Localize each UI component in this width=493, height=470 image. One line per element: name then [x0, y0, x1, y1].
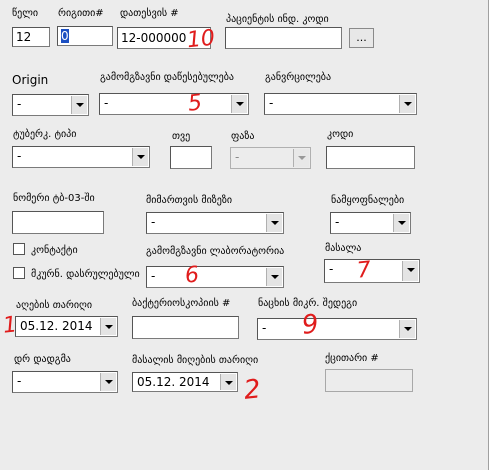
annotation-6: 6: [183, 262, 201, 289]
bacterio-no-input[interactable]: [132, 316, 239, 339]
referral-reason-label: მიმართვის მიზეზი: [146, 195, 233, 206]
phase-label: ფაზა: [231, 131, 255, 142]
chevron-down-icon[interactable]: [71, 96, 87, 114]
patient-code-input[interactable]: [225, 27, 342, 49]
chevron-down-icon[interactable]: [266, 214, 282, 232]
taken-date-label: აღების თარიღი: [16, 300, 93, 311]
culture-no-label: ქცითარი #: [325, 353, 379, 364]
doctor-dropdown[interactable]: -: [12, 371, 118, 393]
origin-value: -: [17, 97, 22, 111]
tb-type-label: ტუბერკ. ტიპი: [13, 129, 77, 140]
diagnosis-label: განვრცილება: [265, 72, 332, 83]
detected-institution-value: -: [104, 96, 109, 110]
tb-type-value: -: [17, 149, 22, 163]
annotation-9: 9: [300, 309, 321, 341]
detected-institution-label: გამომგზავნი დაწესებულება: [100, 72, 234, 83]
annotation-10: 10: [185, 25, 217, 54]
chevron-down-icon[interactable]: [100, 373, 116, 391]
chevron-down-icon[interactable]: [399, 95, 415, 113]
code-input[interactable]: [326, 146, 415, 169]
origin-dropdown[interactable]: -: [12, 94, 89, 116]
monitoring-label: მკურნ. დასრულებული: [31, 269, 140, 280]
doctor-label: დრ დადგმა: [14, 354, 71, 365]
annotation-5: 5: [186, 90, 204, 117]
diagnosis-value: -: [269, 96, 274, 110]
smear-result-label: ნაცხის მიკრ. შედეგი: [258, 298, 358, 309]
sending-laboratory-label: გამომგზავნი ლაბორატორია: [146, 246, 285, 257]
referral-reason-value: -: [151, 215, 156, 229]
sending-laboratory-value: -: [151, 269, 156, 283]
phase-dropdown: -: [230, 147, 311, 169]
form-no-label: ნომერი ტბ-03-ში: [13, 193, 95, 204]
diagnosis-codes-value: -: [335, 215, 340, 229]
row-no-label: რიგითი#: [58, 8, 104, 19]
monitoring-checkbox[interactable]: [13, 267, 25, 279]
contact-label: კონტაქტი: [31, 245, 78, 256]
taken-date-value: 05.12. 2014: [20, 319, 93, 333]
month-input[interactable]: [170, 146, 212, 169]
phase-value: -: [235, 150, 240, 164]
chevron-down-icon[interactable]: [132, 148, 148, 166]
chevron-down-icon[interactable]: [220, 374, 236, 390]
tb-type-dropdown[interactable]: -: [12, 146, 150, 168]
annotation-1: 1: [1, 312, 19, 339]
contact-checkbox[interactable]: [13, 243, 25, 255]
sending-laboratory-dropdown[interactable]: -: [146, 266, 284, 288]
patient-code-label: პაციენტის ინდ. კოდი: [226, 14, 329, 25]
chevron-down-icon[interactable]: [393, 214, 409, 232]
diagnosis-dropdown[interactable]: -: [264, 93, 417, 115]
diagnosis-codes-dropdown[interactable]: -: [330, 212, 411, 234]
bacterio-no-label: ბაქტერიოსკოპიის #: [132, 298, 231, 309]
diagnosis-codes-label: ნამყოფნალები: [331, 195, 405, 206]
registry-no-label: დათესვის #: [120, 8, 179, 19]
chevron-down-icon[interactable]: [231, 95, 247, 113]
chevron-down-icon[interactable]: [399, 320, 415, 338]
chevron-down-icon: [293, 149, 309, 167]
browse-button[interactable]: ...: [349, 28, 374, 48]
month-label: თვე: [172, 131, 191, 142]
chevron-down-icon[interactable]: [100, 318, 116, 335]
row-no-input[interactable]: 0: [57, 26, 113, 46]
culture-no-input: [325, 369, 413, 392]
window-edge: [488, 0, 493, 470]
code-label: კოდი: [327, 129, 354, 140]
chevron-down-icon[interactable]: [402, 261, 418, 281]
detected-institution-dropdown[interactable]: -: [99, 93, 249, 115]
form-no-input[interactable]: [12, 211, 104, 234]
material-label: მასალა: [325, 243, 362, 254]
smear-result-value: -: [262, 321, 267, 335]
annotation-7: 7: [355, 257, 373, 284]
taken-date-picker[interactable]: 05.12. 2014: [15, 316, 118, 337]
smear-result-dropdown[interactable]: -: [257, 318, 417, 340]
doctor-value: -: [17, 374, 22, 388]
material-value: -: [329, 262, 334, 276]
chevron-down-icon[interactable]: [266, 268, 282, 286]
material-received-date-label: მასალის მიღების თარიღი: [132, 355, 259, 366]
year-label: წელი: [12, 8, 39, 19]
material-received-date-picker[interactable]: 05.12. 2014: [132, 372, 238, 392]
material-received-date-value: 05.12. 2014: [137, 375, 210, 389]
origin-label: Origin: [12, 73, 49, 87]
row-no-value: 0: [61, 29, 69, 43]
annotation-2: 2: [242, 374, 263, 406]
year-input[interactable]: 12: [12, 27, 50, 47]
referral-reason-dropdown[interactable]: -: [146, 212, 284, 234]
